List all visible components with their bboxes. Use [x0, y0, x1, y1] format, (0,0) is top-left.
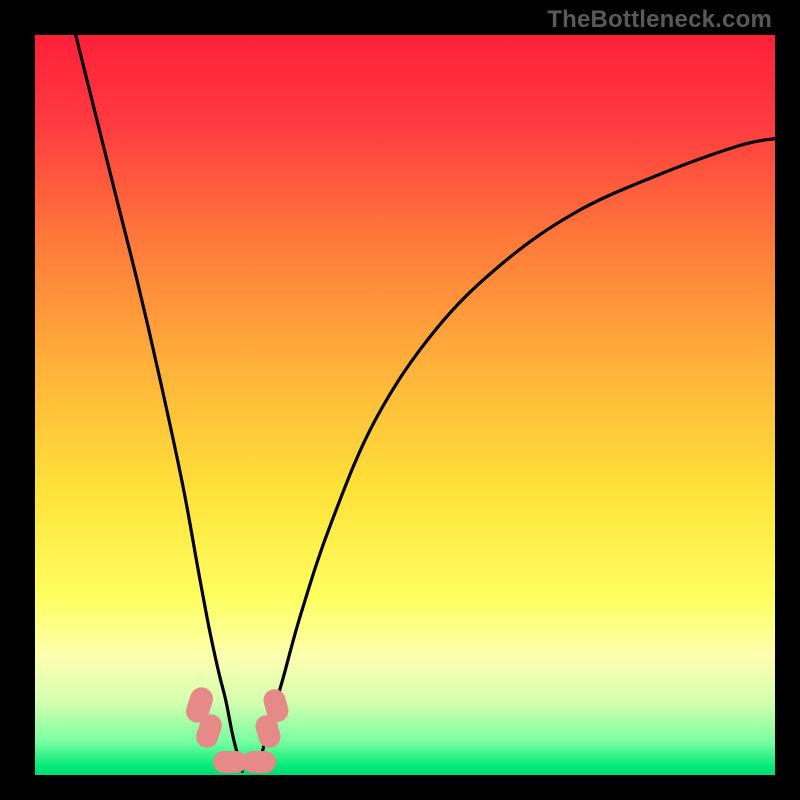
- curve-right-limb: [257, 139, 775, 772]
- curve-left-limb: [76, 35, 243, 771]
- bottleneck-curve: [35, 35, 775, 775]
- plot-area: [35, 35, 775, 775]
- outer-frame: TheBottleneck.com: [0, 0, 800, 800]
- highlight-marker: [242, 751, 276, 773]
- attribution-text: TheBottleneck.com: [547, 6, 772, 34]
